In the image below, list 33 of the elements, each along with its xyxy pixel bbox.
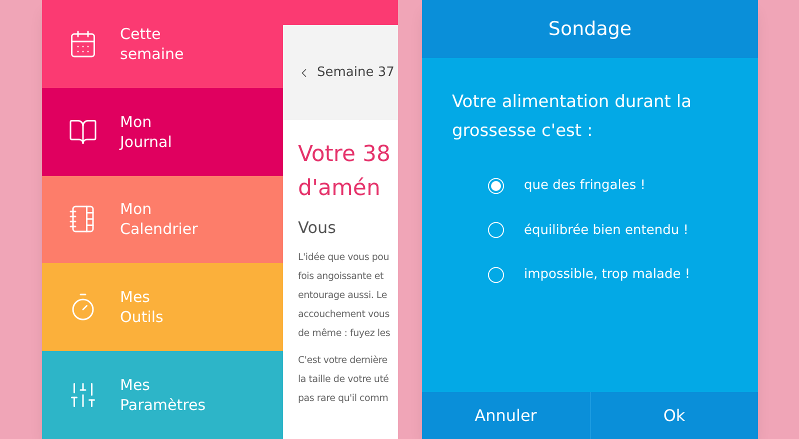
article-text: fois angoissante et <box>298 270 384 284</box>
article-text: pas rare qu'il comm <box>298 392 390 406</box>
article-title: Votre 38 <box>298 141 392 169</box>
calendar-icon <box>68 28 98 59</box>
dialog-button[interactable]: Annuler <box>422 392 590 439</box>
survey-title: Sondage <box>548 16 632 42</box>
article-text: C'est votre dernière <box>298 354 388 368</box>
article-title: d'amén <box>298 175 382 203</box>
radio-button[interactable] <box>488 222 504 238</box>
menu-label: Mon Calendrier <box>120 199 198 240</box>
menu-item[interactable]: Mes Outils <box>42 263 283 352</box>
dialog-button[interactable]: Ok <box>590 392 758 439</box>
radio-button[interactable] <box>488 178 504 194</box>
menu-item[interactable]: Mes Paramètres <box>42 351 283 439</box>
menu-label: Mon Journal <box>120 112 172 152</box>
article-text: de même : fuyez les <box>298 327 392 341</box>
menu-item[interactable]: Mon Journal <box>42 88 283 176</box>
section-heading: Vous <box>298 217 337 239</box>
menu-label: Mes Paramètres <box>120 375 206 416</box>
survey-question: Votre alimentation durant la grossesse c'est : <box>452 91 693 143</box>
menu-item[interactable]: Mon Calendrier <box>42 176 283 264</box>
radio-button[interactable] <box>488 266 504 283</box>
option-label: équilibrée bien entendu ! <box>524 222 688 240</box>
back-label[interactable]: Semaine 37 <box>317 62 394 82</box>
article-text: accouchement vous <box>298 308 390 322</box>
menu-item[interactable]: Cette semaine <box>42 0 283 88</box>
menu-label: Cette semaine <box>120 24 184 64</box>
article-text: entourage aussi. Le <box>298 289 388 303</box>
menu-label: Mes Outils <box>120 287 164 328</box>
article-text: la taille de votre uté <box>298 373 390 387</box>
article-text: L'idée que vous pou <box>298 251 390 265</box>
option-label: impossible, trop malade ! <box>524 266 690 284</box>
option-label: que des fringales ! <box>524 177 646 195</box>
